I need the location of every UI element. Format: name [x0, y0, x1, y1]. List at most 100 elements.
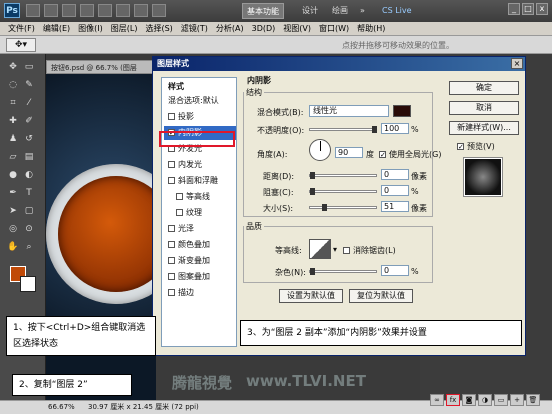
style-pattern-overlay[interactable]: 图案叠加 [164, 270, 236, 284]
antialias-checkbox[interactable] [343, 247, 350, 254]
noise-input[interactable]: 0 [381, 265, 409, 276]
arrange-docs-icon[interactable] [134, 4, 148, 17]
3d-orbit-icon[interactable]: ⊙ [22, 222, 36, 236]
menu-edit[interactable]: 编辑(E) [43, 23, 70, 34]
style-satin[interactable]: 光泽 [164, 222, 236, 236]
color-overlay-checkbox[interactable] [168, 241, 175, 248]
new-style-button[interactable]: 新建样式(W)... [449, 121, 519, 135]
rotate-view-icon[interactable] [116, 4, 130, 17]
new-group-icon[interactable]: ▭ [494, 394, 508, 406]
distance-input[interactable]: 0 [381, 169, 409, 180]
adjustment-layer-icon[interactable]: ◑ [478, 394, 492, 406]
menu-filter[interactable]: 滤镜(T) [181, 23, 208, 34]
choke-input[interactable]: 0 [381, 185, 409, 196]
opacity-slider-knob[interactable] [372, 126, 377, 133]
ok-button[interactable]: 确定 [449, 81, 519, 95]
style-list-header[interactable]: 样式 [164, 80, 236, 94]
move-tool-icon[interactable]: ✥ [6, 60, 20, 74]
pen-tool-icon[interactable]: ✒ [6, 186, 20, 200]
eyedropper-icon[interactable]: ⁄ [22, 96, 36, 110]
global-light-option[interactable]: 使用全局光(G) [379, 149, 441, 160]
gradient-tool-icon[interactable]: ▤ [22, 150, 36, 164]
style-gradient-overlay[interactable]: 渐变叠加 [164, 254, 236, 268]
zoom-tool-icon[interactable]: ⌕ [22, 240, 36, 254]
noise-slider[interactable] [309, 268, 377, 275]
menu-select[interactable]: 选择(S) [145, 23, 172, 34]
marquee-tool-icon[interactable]: ▭ [22, 60, 36, 74]
workspace-painting[interactable]: 绘画 [328, 3, 352, 19]
cs-live-button[interactable]: CS Live [378, 3, 416, 19]
workspace-more-icon[interactable]: » [356, 3, 369, 19]
antialias-option[interactable]: 消除锯齿(L) [343, 245, 396, 256]
reset-default-button[interactable]: 复位为默认值 [349, 289, 413, 303]
mini-bridge-icon[interactable] [44, 4, 58, 17]
dialog-close-icon[interactable]: × [511, 58, 523, 69]
style-texture[interactable]: 纹理 [164, 206, 236, 220]
close-button[interactable]: x [536, 3, 548, 15]
3d-rotate-icon[interactable]: ◎ [6, 222, 20, 236]
dodge-tool-icon[interactable]: ◐ [22, 168, 36, 182]
contour-dropdown-icon[interactable]: ▾ [333, 245, 337, 254]
move-tool-preset[interactable]: ✥▾ [6, 38, 36, 52]
blur-tool-icon[interactable]: ● [6, 168, 20, 182]
drop-shadow-checkbox[interactable] [168, 113, 175, 120]
background-color[interactable] [20, 276, 36, 292]
size-slider-knob[interactable] [322, 204, 327, 211]
opacity-slider[interactable] [309, 126, 377, 133]
contour-picker[interactable] [309, 239, 331, 259]
workspace-design[interactable]: 设计 [298, 3, 322, 19]
minimize-button[interactable]: _ [508, 3, 520, 15]
global-light-checkbox[interactable] [379, 151, 386, 158]
menu-window[interactable]: 窗口(W) [319, 23, 349, 34]
shape-tool-icon[interactable]: ▢ [22, 204, 36, 218]
brush-tool-icon[interactable]: ✐ [22, 114, 36, 128]
bridge-icon[interactable] [26, 4, 40, 17]
view-extras-icon[interactable] [62, 4, 76, 17]
delete-layer-icon[interactable]: 🗑 [526, 394, 540, 406]
crop-tool-icon[interactable]: ⌗ [6, 96, 20, 110]
angle-dial[interactable] [309, 139, 331, 161]
lasso-tool-icon[interactable]: ◌ [6, 78, 20, 92]
choke-slider-knob[interactable] [310, 188, 315, 195]
stroke-checkbox[interactable] [168, 289, 175, 296]
distance-slider[interactable] [309, 172, 377, 179]
zoom-level-icon[interactable] [80, 4, 94, 17]
preview-checkbox[interactable] [457, 143, 464, 150]
set-default-button[interactable]: 设置为默认值 [279, 289, 343, 303]
path-select-icon[interactable]: ➤ [6, 204, 20, 218]
menu-3d[interactable]: 3D(D) [252, 24, 276, 33]
style-color-overlay[interactable]: 颜色叠加 [164, 238, 236, 252]
eraser-icon[interactable]: ▱ [6, 150, 20, 164]
screen-mode-icon[interactable] [152, 4, 166, 17]
hand-tool-icon[interactable] [98, 4, 112, 17]
blend-mode-select[interactable]: 线性光 [309, 105, 389, 117]
menu-analysis[interactable]: 分析(A) [216, 23, 244, 34]
angle-input[interactable]: 90 [335, 147, 363, 158]
style-drop-shadow[interactable]: 投影 [164, 110, 236, 124]
opacity-input[interactable]: 100 [381, 123, 409, 134]
cancel-button[interactable]: 取消 [449, 101, 519, 115]
style-bevel-emboss[interactable]: 斜面和浮雕 [164, 174, 236, 188]
maximize-button[interactable]: □ [522, 3, 534, 15]
style-inner-glow[interactable]: 内发光 [164, 158, 236, 172]
style-contour[interactable]: 等高线 [164, 190, 236, 204]
menu-help[interactable]: 帮助(H) [357, 23, 385, 34]
bevel-emboss-checkbox[interactable] [168, 177, 175, 184]
noise-slider-knob[interactable] [310, 268, 315, 275]
menu-file[interactable]: 文件(F) [8, 23, 35, 34]
size-slider[interactable] [309, 204, 377, 211]
gradient-overlay-checkbox[interactable] [168, 257, 175, 264]
menu-image[interactable]: 图像(I) [78, 23, 103, 34]
clone-stamp-icon[interactable]: ♟ [6, 132, 20, 146]
size-input[interactable]: 51 [381, 201, 409, 212]
document-tab[interactable]: 按钮6.psd @ 66.7% (图层 [46, 60, 156, 74]
satin-checkbox[interactable] [168, 225, 175, 232]
quick-select-icon[interactable]: ✎ [22, 78, 36, 92]
hand-tool-icon[interactable]: ✋ [6, 240, 20, 254]
contour-checkbox[interactable] [176, 193, 183, 200]
link-layers-icon[interactable]: ∞ [430, 394, 444, 406]
zoom-readout[interactable]: 66.67% [48, 401, 75, 414]
workspace-essentials[interactable]: 基本功能 [242, 3, 284, 19]
distance-slider-knob[interactable] [310, 172, 315, 179]
add-mask-icon[interactable]: ◙ [462, 394, 476, 406]
